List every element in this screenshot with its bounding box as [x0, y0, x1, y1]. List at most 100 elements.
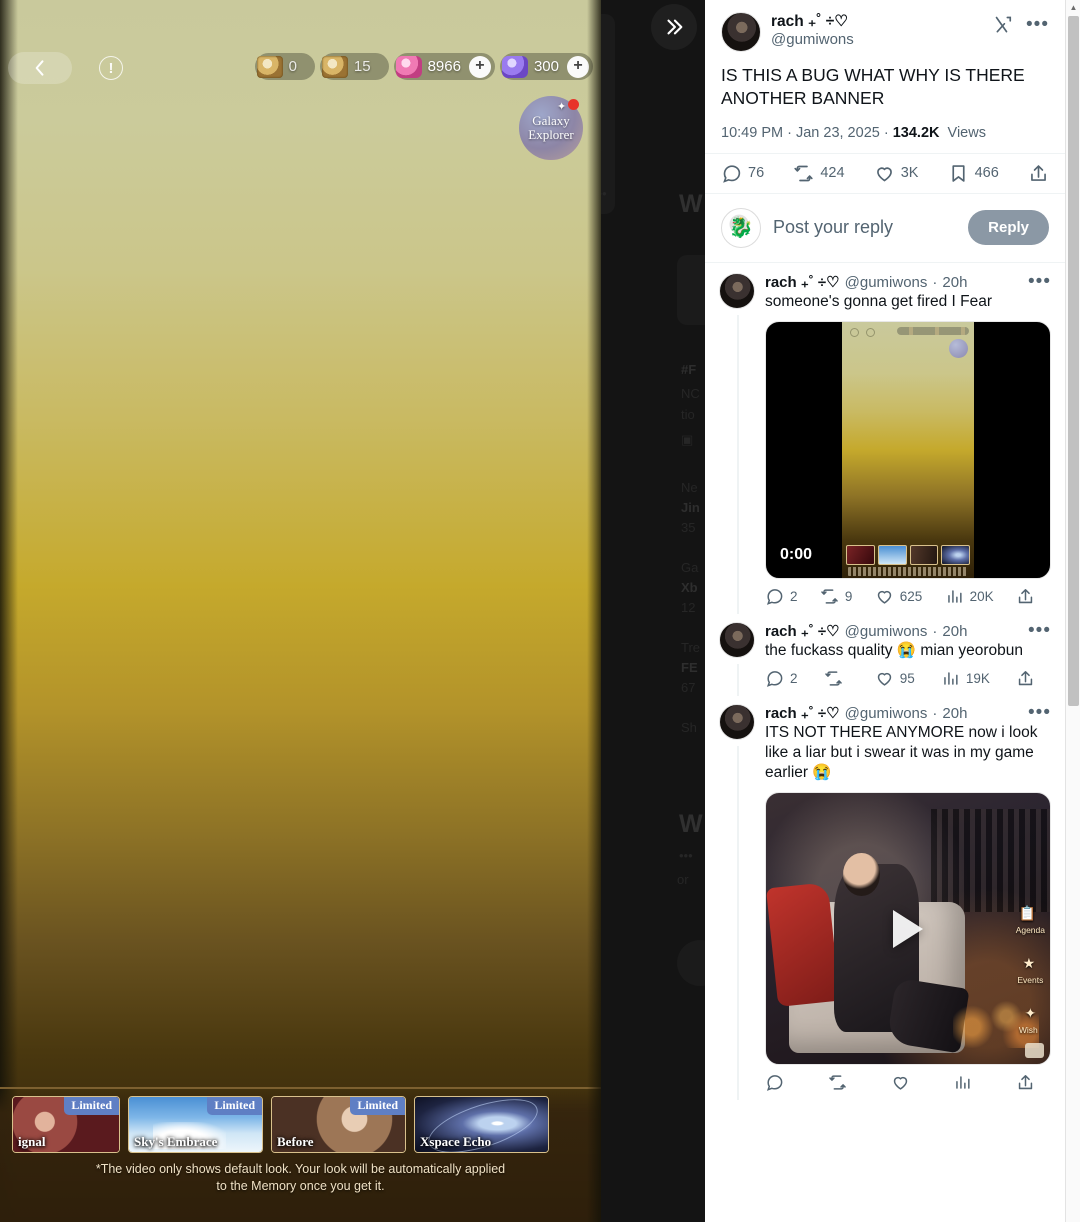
memory-card[interactable]: Limited ignal	[12, 1096, 120, 1153]
page-scrollbar[interactable]: ▲	[1065, 0, 1080, 1222]
more-options-icon[interactable]: •••	[1026, 15, 1049, 34]
reply-body: rach ₊˚ ÷♡ @gumiwons · 20h ••• the fucka…	[765, 621, 1051, 690]
video-currency-bar	[897, 326, 969, 335]
reply-author-line: rach ₊˚ ÷♡ @gumiwons · 20h •••	[765, 621, 1051, 640]
share-icon[interactable]	[1016, 1073, 1035, 1092]
currency-item-ticket-2[interactable]: 15	[319, 53, 389, 80]
currency-value: 8966	[427, 58, 461, 75]
more-options-icon[interactable]: •••	[1028, 703, 1051, 722]
avatar[interactable]	[719, 703, 755, 740]
author-display-name[interactable]: rach ₊˚ ÷♡	[771, 12, 994, 31]
default-look-note: *The video only shows default look. Your…	[0, 1161, 601, 1195]
avatar[interactable]: 🐉	[721, 207, 761, 248]
reply-metric[interactable]	[765, 1073, 790, 1092]
reply-video-embed[interactable]: 0:00	[765, 320, 1051, 579]
scroll-up-arrow-icon[interactable]: ▲	[1066, 0, 1080, 15]
avatar[interactable]	[719, 621, 755, 658]
reply-timestamp: 20h	[942, 704, 968, 722]
repost-metric[interactable]: 424	[793, 163, 845, 184]
reply-timestamp: 20h	[942, 622, 968, 640]
background-ghost-text: •••	[601, 186, 607, 201]
like-metric[interactable]: 3K	[874, 163, 918, 184]
limited-badge: Limited	[64, 1097, 119, 1115]
note-line-2: to the Memory once you get it.	[216, 1178, 385, 1193]
currency-item-diamond[interactable]: 8966 +	[393, 53, 495, 80]
background-ghost-text: FE	[681, 660, 698, 675]
currency-item-ticket-1[interactable]: 0	[254, 53, 315, 80]
chevron-double-right-icon[interactable]	[651, 4, 697, 50]
reply-count: 76	[748, 165, 765, 182]
screenshot-root: ! 0 15 8966 + 300 + ✦ Galaxy Explorer Li…	[0, 0, 1080, 1222]
currency-item-crystal[interactable]: 300 +	[499, 53, 593, 80]
reply-text: ITS NOT THERE ANYMORE now i look like a …	[765, 723, 1038, 782]
background-ghost-text: 67	[681, 680, 696, 695]
like-metric[interactable]	[891, 1073, 916, 1092]
back-arrow-icon[interactable]	[8, 52, 72, 84]
views-metric[interactable]	[953, 1073, 978, 1092]
reply-display-name[interactable]: rach ₊˚ ÷♡	[765, 273, 840, 291]
thread-connector	[737, 663, 739, 696]
like-metric[interactable]: 95	[875, 669, 915, 688]
reply-item: rach ₊˚ ÷♡ @gumiwons · 20h ••• someone's…	[705, 263, 1065, 614]
reply-metric[interactable]: 2	[765, 669, 798, 688]
author-handle[interactable]: @gumiwons	[771, 31, 994, 50]
bookmark-metric[interactable]: 466	[948, 163, 999, 184]
video-character-head	[842, 852, 880, 897]
reply-input[interactable]: Post your reply	[773, 217, 956, 238]
reply-metric[interactable]: 2	[765, 587, 798, 606]
reply-handle[interactable]: @gumiwons	[845, 274, 928, 291]
memory-card[interactable]: Limited Before	[271, 1096, 406, 1153]
reply-display-name[interactable]: rach ₊˚ ÷♡	[765, 622, 840, 640]
repost-metric[interactable]	[824, 669, 849, 688]
side-menu-label: Events	[1017, 974, 1044, 985]
side-menu-label: Wish	[1018, 1024, 1038, 1035]
background-ghost-card	[601, 14, 615, 214]
heart-icon	[876, 166, 892, 182]
heart-icon	[893, 1077, 907, 1090]
memory-card[interactable]: Xspace Echo	[414, 1096, 549, 1153]
reply-handle[interactable]: @gumiwons	[845, 623, 928, 640]
share-icon[interactable]	[1016, 587, 1035, 606]
repost-icon	[828, 1075, 846, 1090]
repost-metric[interactable]	[828, 1073, 853, 1092]
video-background-shelf	[930, 809, 1050, 913]
like-metric[interactable]: 625	[875, 587, 922, 606]
background-ghost-text: #F	[681, 362, 697, 377]
reply-metric[interactable]: 76	[721, 163, 764, 184]
reply-video-embed[interactable]: 📋 Agenda ★ Events ✦ Wish	[765, 792, 1051, 1066]
views-metric[interactable]: 20K	[945, 587, 994, 606]
back-arrow-glyph	[35, 60, 44, 76]
repost-icon	[794, 165, 813, 181]
share-icon[interactable]	[1016, 669, 1035, 688]
repost-metric[interactable]: 9	[820, 587, 852, 606]
reply-timestamp: 20h	[942, 273, 968, 291]
galaxy-badge-line1: Galaxy	[532, 113, 570, 129]
limited-badge: Limited	[207, 1097, 262, 1115]
memory-card[interactable]: Limited Sky's Embrace	[128, 1096, 263, 1153]
x-logo-icon[interactable]	[994, 15, 1014, 35]
bookmark-count: 466	[974, 165, 999, 182]
reply-composer[interactable]: 🐉 Post your reply Reply	[705, 194, 1065, 263]
reply-button[interactable]: Reply	[968, 210, 1049, 246]
views-label-text: Views	[947, 124, 986, 141]
limited-badge: Limited	[350, 1097, 405, 1115]
avatar[interactable]	[719, 272, 755, 309]
more-options-icon[interactable]: •••	[1028, 621, 1051, 640]
add-currency-button[interactable]: +	[468, 55, 491, 78]
currency-value: 300	[533, 58, 559, 75]
views-metric[interactable]: 19K	[941, 669, 990, 688]
like-count: 95	[899, 670, 915, 686]
more-options-icon[interactable]: •••	[1028, 272, 1051, 291]
reply-handle[interactable]: @gumiwons	[845, 705, 928, 722]
reply-display-name[interactable]: rach ₊˚ ÷♡	[765, 704, 840, 722]
play-button-icon[interactable]	[893, 909, 923, 948]
card-title: Before	[277, 1134, 314, 1149]
side-menu-item-events: ★ Events	[1017, 952, 1043, 985]
info-icon[interactable]: !	[99, 56, 123, 80]
share-icon[interactable]	[1028, 163, 1049, 184]
add-currency-button[interactable]: +	[567, 55, 589, 78]
avatar[interactable]	[721, 12, 761, 52]
scrollbar-thumb[interactable]	[1068, 16, 1079, 706]
galaxy-explorer-button[interactable]: ✦ Galaxy Explorer	[519, 96, 583, 160]
background-ghost-text: tio	[681, 407, 695, 422]
